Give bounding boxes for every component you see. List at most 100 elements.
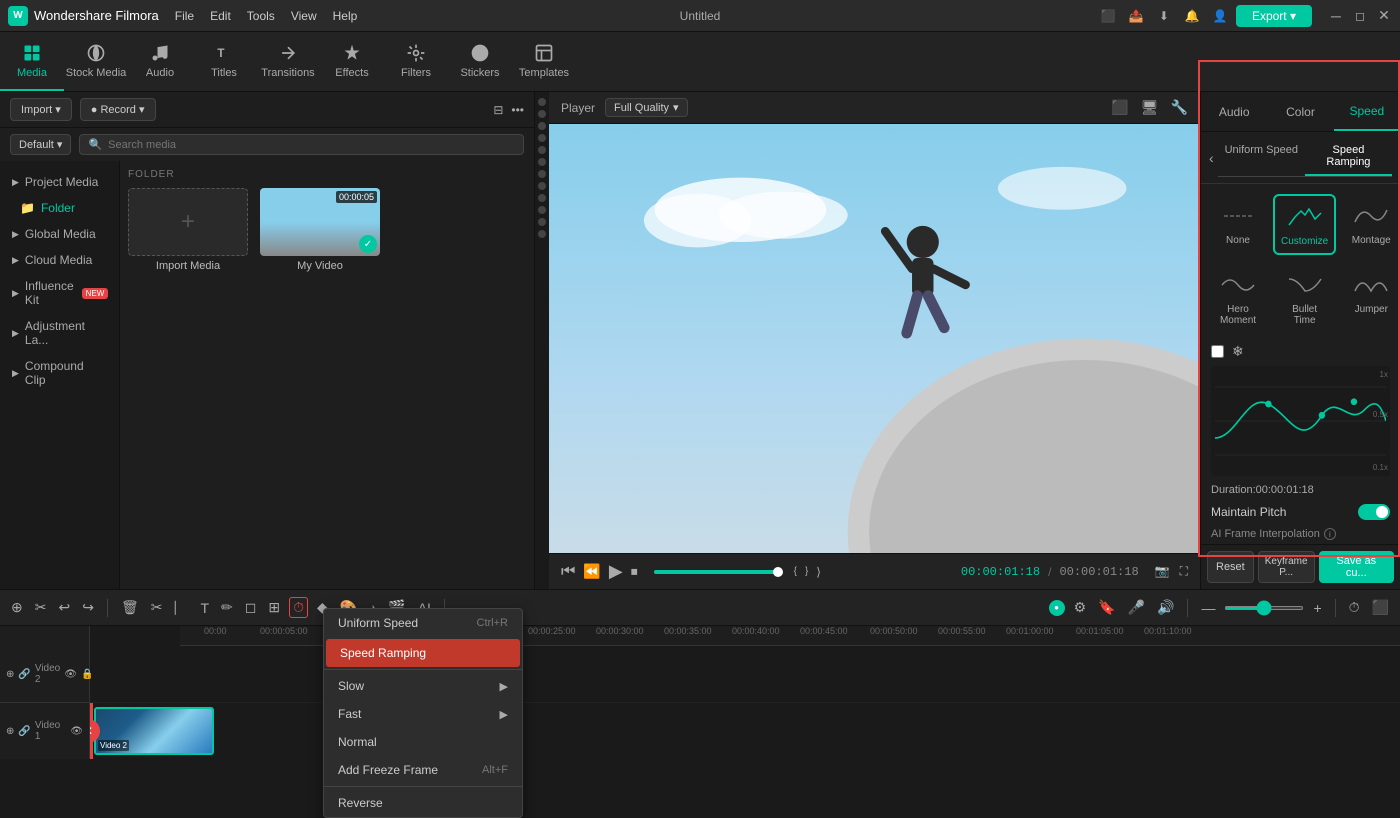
zoom-slider[interactable] — [1224, 606, 1304, 610]
tab-stickers[interactable]: Stickers — [448, 32, 512, 91]
add-track-icon-2[interactable]: ⊕ — [6, 726, 14, 737]
filter-icon[interactable]: ⊟ — [493, 103, 503, 117]
menu-view[interactable]: View — [291, 9, 317, 23]
progress-bar[interactable] — [654, 570, 778, 574]
menu-help[interactable]: Help — [333, 9, 358, 23]
search-input[interactable] — [108, 139, 515, 151]
tab-speed[interactable]: Speed — [1334, 92, 1400, 131]
sidebar-item-project-media[interactable]: ▶ Project Media — [0, 169, 119, 195]
ctx-reverse[interactable]: Reverse — [324, 789, 522, 817]
preset-none[interactable]: None — [1211, 194, 1265, 255]
ctx-slow[interactable]: Slow ▶ — [324, 672, 522, 700]
mask-icon[interactable]: ◻ — [242, 596, 260, 619]
default-button[interactable]: Default ▾ — [10, 134, 71, 155]
tab-effects[interactable]: Effects — [320, 32, 384, 91]
speed-icon[interactable]: ⏱ — [289, 597, 308, 618]
new-track-icon[interactable]: ⊕ — [8, 596, 26, 619]
expand-icon[interactable]: ⬛ — [1369, 596, 1392, 619]
preset-bullet-time[interactable]: Bullet Time — [1273, 263, 1336, 333]
freeze-icon[interactable]: ❄ — [1232, 343, 1244, 360]
sidebar-item-adjustment[interactable]: ▶ Adjustment La... — [0, 313, 119, 353]
menu-file[interactable]: File — [175, 9, 194, 23]
undo-icon[interactable]: ↩ — [55, 596, 73, 619]
tab-transitions[interactable]: Transitions — [256, 32, 320, 91]
tab-templates[interactable]: Templates — [512, 32, 576, 91]
tab-media[interactable]: Media — [0, 32, 64, 91]
preset-hero-moment[interactable]: Hero Moment — [1211, 263, 1265, 333]
quality-selector[interactable]: Full Quality ▾ — [605, 98, 688, 117]
eye-icon-2[interactable]: 👁 — [70, 726, 83, 737]
sidebar-item-folder[interactable]: 📁 Folder — [0, 195, 119, 221]
import-media-button[interactable]: + — [128, 188, 248, 256]
speaker-icon[interactable]: 🔊 — [1154, 596, 1177, 619]
keyframe-button[interactable]: Keyframe P... — [1258, 551, 1315, 583]
preview-icon-1[interactable]: ⬛ — [1111, 99, 1128, 116]
stop-button[interactable]: ⏹ — [631, 563, 638, 580]
zoom-in-icon[interactable]: + — [1310, 597, 1324, 619]
cut-icon[interactable]: ✂ — [148, 596, 166, 619]
menu-edit[interactable]: Edit — [210, 9, 231, 23]
import-button[interactable]: Import ▾ — [10, 98, 72, 121]
time-icon[interactable]: ⏱ — [1346, 596, 1363, 619]
link-icon-2[interactable]: 🔗 — [18, 726, 30, 737]
preview-icon-3[interactable]: 🔧 — [1171, 99, 1188, 116]
chart-checkbox[interactable] — [1211, 345, 1224, 358]
sidebar-item-cloud-media[interactable]: ▶ Cloud Media — [0, 247, 119, 273]
zoom-out-icon[interactable]: — — [1198, 597, 1218, 619]
mic-icon[interactable]: 🎤 — [1125, 596, 1148, 619]
more-icon[interactable]: ••• — [511, 103, 524, 117]
topbar-icon-2[interactable]: 📤 — [1128, 8, 1144, 24]
preset-montage[interactable]: Montage — [1344, 194, 1398, 255]
add-track-icon[interactable]: ⊕ — [6, 669, 14, 680]
pen-icon[interactable]: ✏ — [218, 596, 236, 619]
save-custom-button[interactable]: Save as cu... — [1319, 551, 1394, 583]
sidebar-item-compound-clip[interactable]: ▶ Compound Clip — [0, 353, 119, 393]
topbar-icon-5[interactable]: 👤 — [1212, 8, 1228, 24]
ctx-normal[interactable]: Normal — [324, 728, 522, 756]
video-clip-main[interactable]: Video 2 — [94, 707, 214, 755]
menu-tools[interactable]: Tools — [247, 9, 275, 23]
step-back-button[interactable]: ⏪ — [583, 563, 600, 580]
tab-filters[interactable]: Filters — [384, 32, 448, 91]
record-tl-icon[interactable]: ● — [1049, 600, 1065, 616]
back-icon[interactable]: ‹ — [1209, 150, 1214, 166]
fullscreen-icon[interactable]: ⛶ — [1180, 564, 1188, 579]
export-button[interactable]: Export ▾ — [1236, 5, 1312, 27]
tab-color[interactable]: Color — [1267, 92, 1333, 131]
sidebar-item-influence-kit[interactable]: ▶ Influence Kit NEW — [0, 273, 119, 313]
ctx-speed-ramping[interactable]: Speed Ramping — [326, 639, 520, 667]
mark-in-icon[interactable]: { — [794, 566, 797, 577]
ctx-fast[interactable]: Fast ▶ — [324, 700, 522, 728]
reset-button[interactable]: Reset — [1207, 551, 1254, 583]
redo-icon[interactable]: ↪ — [79, 596, 97, 619]
record-button[interactable]: ● Record ▾ — [80, 98, 156, 121]
topbar-icon-1[interactable]: ⬛ — [1100, 8, 1116, 24]
my-video-thumb[interactable]: 00:00:05 ✓ — [260, 188, 380, 256]
prev-frame-button[interactable]: ⏮ — [561, 563, 575, 581]
topbar-icon-4[interactable]: 🔔 — [1184, 8, 1200, 24]
text-icon[interactable]: T — [197, 597, 212, 619]
ctx-add-freeze-frame[interactable]: Add Freeze Frame Alt+F — [324, 756, 522, 784]
preset-jumper[interactable]: Jumper — [1344, 263, 1398, 333]
split-icon[interactable]: ✂ — [32, 596, 50, 619]
close-button[interactable]: ✕ — [1376, 8, 1392, 24]
tab-titles[interactable]: T Titles — [192, 32, 256, 91]
mark-out-icon[interactable]: } — [805, 566, 808, 577]
ctx-uniform-speed[interactable]: Uniform Speed Ctrl+R — [324, 609, 522, 637]
restore-button[interactable]: ◻ — [1352, 8, 1368, 24]
snap-icon[interactable]: ⚙ — [1071, 596, 1090, 619]
tab-uniform-speed[interactable]: Uniform Speed — [1218, 138, 1305, 176]
maintain-pitch-toggle[interactable] — [1358, 504, 1390, 520]
link-icon[interactable]: 🔗 — [18, 669, 30, 680]
topbar-icon-3[interactable]: ⬇ — [1156, 8, 1172, 24]
crop-icon[interactable]: ⊞ — [265, 596, 283, 619]
tab-audio[interactable]: Audio — [128, 32, 192, 91]
preview-icon-2[interactable]: 🖥 — [1141, 99, 1159, 116]
play-button[interactable]: ▶ — [609, 561, 623, 582]
tab-speed-ramping[interactable]: Speed Ramping — [1305, 138, 1392, 176]
tab-stock-media[interactable]: Stock Media — [64, 32, 128, 91]
tab-audio[interactable]: Audio — [1201, 92, 1267, 131]
next-frame-icon[interactable]: ⟩ — [816, 565, 821, 579]
delete-icon[interactable]: 🗑 — [118, 596, 142, 619]
minimize-button[interactable]: ─ — [1328, 8, 1344, 24]
